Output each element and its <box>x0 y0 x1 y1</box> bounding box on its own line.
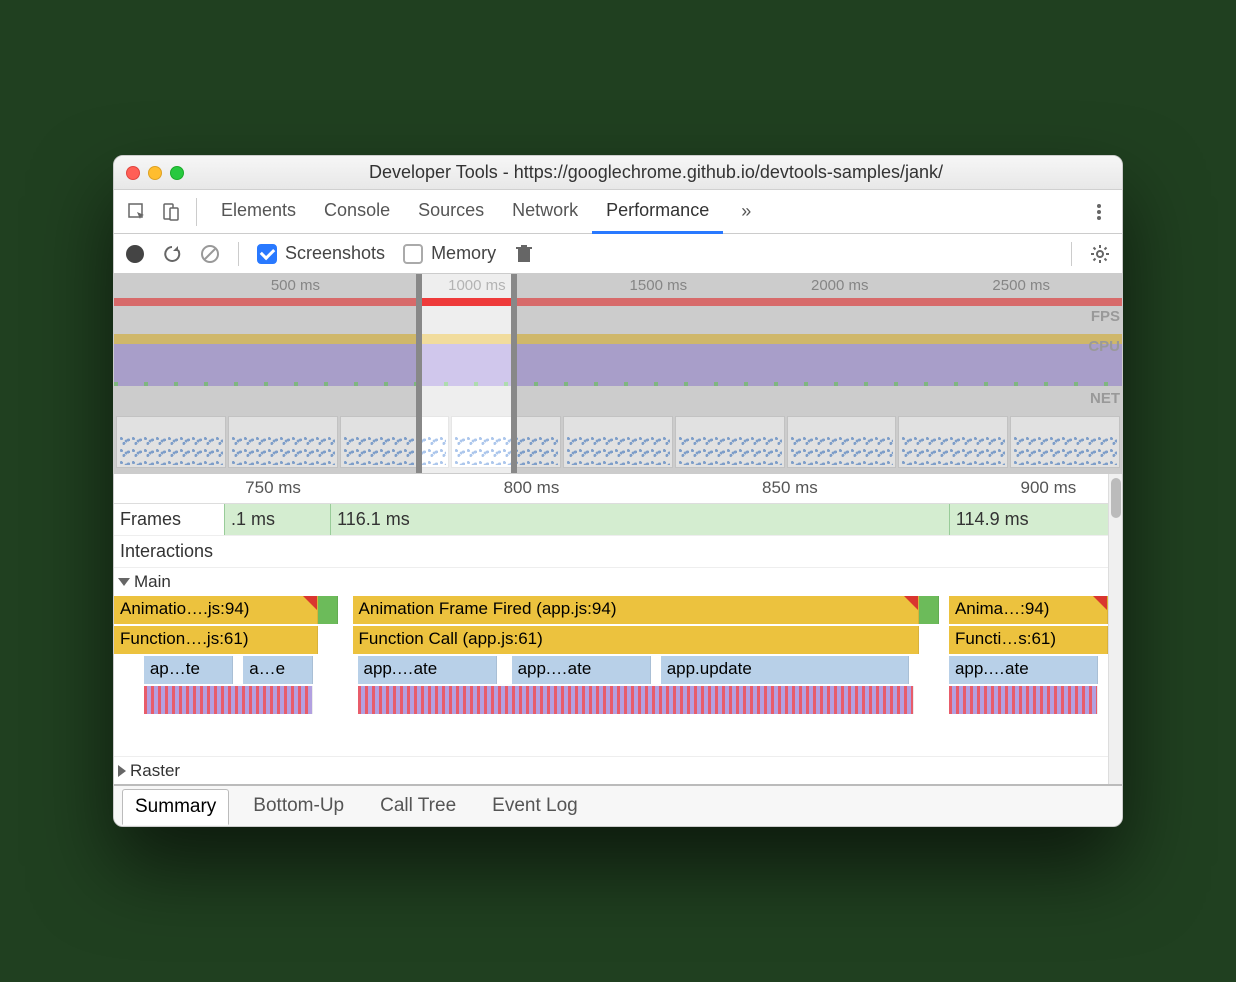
detail-ruler[interactable]: 750 ms 800 ms 850 ms 900 ms <box>114 474 1108 504</box>
tab-network[interactable]: Network <box>498 190 592 233</box>
details-tab-event-log[interactable]: Event Log <box>480 789 590 823</box>
frame-segment[interactable]: 116.1 ms <box>330 504 949 535</box>
reload-icon[interactable] <box>162 244 182 264</box>
scrollbar-thumb[interactable] <box>1111 478 1121 518</box>
chevron-down-icon[interactable] <box>118 578 130 586</box>
window-title: Developer Tools - https://googlechrome.g… <box>202 162 1110 183</box>
interactions-label: Interactions <box>114 541 224 562</box>
main-thread-header[interactable]: Main <box>114 568 1108 596</box>
flame-bar[interactable]: app.…ate <box>358 656 497 684</box>
flame-bar[interactable]: Function….js:61) <box>114 626 318 654</box>
frame-segment[interactable]: 114.9 ms <box>949 504 1108 535</box>
panel-tabs: ElementsConsoleSourcesNetworkPerformance… <box>114 190 1122 234</box>
clear-icon[interactable] <box>200 244 220 264</box>
overview-shade-left <box>114 274 416 473</box>
flamechart-pane[interactable]: 750 ms 800 ms 850 ms 900 ms Frames .1 ms116… <box>114 474 1108 784</box>
main-label: Main <box>134 572 171 592</box>
ruler-tick: 800 ms <box>504 478 560 498</box>
flame-bar[interactable] <box>919 596 939 624</box>
overview-shade-right <box>517 274 1122 473</box>
tabs-overflow-icon[interactable]: » <box>727 191 765 232</box>
screenshots-label: Screenshots <box>285 243 385 264</box>
tab-elements[interactable]: Elements <box>207 190 310 233</box>
device-toggle-icon[interactable] <box>156 197 186 227</box>
titlebar: Developer Tools - https://googlechrome.g… <box>114 156 1122 190</box>
details-tabs: Summary Bottom-Up Call Tree Event Log <box>114 784 1122 826</box>
interactions-row[interactable]: Interactions <box>114 536 1108 568</box>
frames-row[interactable]: Frames .1 ms116.1 ms114.9 ms <box>114 504 1108 536</box>
ruler-tick: 750 ms <box>245 478 301 498</box>
flame-bar[interactable]: app.update <box>661 656 910 684</box>
checkbox-icon[interactable] <box>403 244 423 264</box>
frames-track[interactable]: .1 ms116.1 ms114.9 ms <box>224 504 1108 535</box>
close-icon[interactable] <box>126 166 140 180</box>
settings-gear-icon[interactable] <box>1090 244 1110 264</box>
flame-bar[interactable]: a…e <box>243 656 313 684</box>
raster-header[interactable]: Raster <box>114 756 1108 784</box>
flame-bar[interactable] <box>949 686 1098 714</box>
checkbox-icon[interactable] <box>257 244 277 264</box>
screenshots-checkbox[interactable]: Screenshots <box>257 243 385 264</box>
minimize-icon[interactable] <box>148 166 162 180</box>
main-flamechart[interactable]: Animatio….js:94) Animation Frame Fired (a… <box>114 596 1108 756</box>
overview-pane[interactable]: 500 ms1000 ms1500 ms2000 ms2500 ms FPS C… <box>114 274 1122 474</box>
window-controls <box>126 166 184 180</box>
ruler-tick: 850 ms <box>762 478 818 498</box>
flame-bar[interactable]: Animation Frame Fired (app.js:94) <box>353 596 920 624</box>
flame-bar[interactable] <box>358 686 915 714</box>
record-button[interactable] <box>126 245 144 263</box>
devtools-window: Developer Tools - https://googlechrome.g… <box>113 155 1123 827</box>
flame-bar[interactable] <box>144 686 313 714</box>
details-tab-bottom-up[interactable]: Bottom-Up <box>241 789 356 823</box>
kebab-menu-icon[interactable] <box>1084 197 1114 227</box>
details-tab-call-tree[interactable]: Call Tree <box>368 789 468 823</box>
tab-console[interactable]: Console <box>310 190 404 233</box>
flame-bar[interactable]: Animatio….js:94) <box>114 596 318 624</box>
memory-checkbox[interactable]: Memory <box>403 243 496 264</box>
tab-performance[interactable]: Performance <box>592 190 723 234</box>
perf-toolbar: Screenshots Memory <box>114 234 1122 274</box>
flame-bar[interactable]: Functi…s:61) <box>949 626 1108 654</box>
frames-label: Frames <box>114 509 224 530</box>
flame-bar[interactable]: ap…te <box>144 656 233 684</box>
trash-icon[interactable] <box>514 244 534 264</box>
flame-bar[interactable] <box>318 596 338 624</box>
chevron-right-icon[interactable] <box>118 765 126 777</box>
raster-label: Raster <box>130 761 180 781</box>
flame-bar[interactable]: app.…ate <box>949 656 1098 684</box>
overview-selection[interactable] <box>416 274 517 473</box>
flame-bar[interactable]: app.…ate <box>512 656 651 684</box>
vertical-scrollbar[interactable] <box>1108 474 1122 784</box>
flame-bar[interactable]: Function Call (app.js:61) <box>353 626 920 654</box>
zoom-icon[interactable] <box>170 166 184 180</box>
flame-bar[interactable]: Anima…:94) <box>949 596 1108 624</box>
inspect-icon[interactable] <box>122 197 152 227</box>
memory-label: Memory <box>431 243 496 264</box>
tab-sources[interactable]: Sources <box>404 190 498 233</box>
details-tab-summary[interactable]: Summary <box>122 789 229 825</box>
ruler-tick: 900 ms <box>1020 478 1076 498</box>
